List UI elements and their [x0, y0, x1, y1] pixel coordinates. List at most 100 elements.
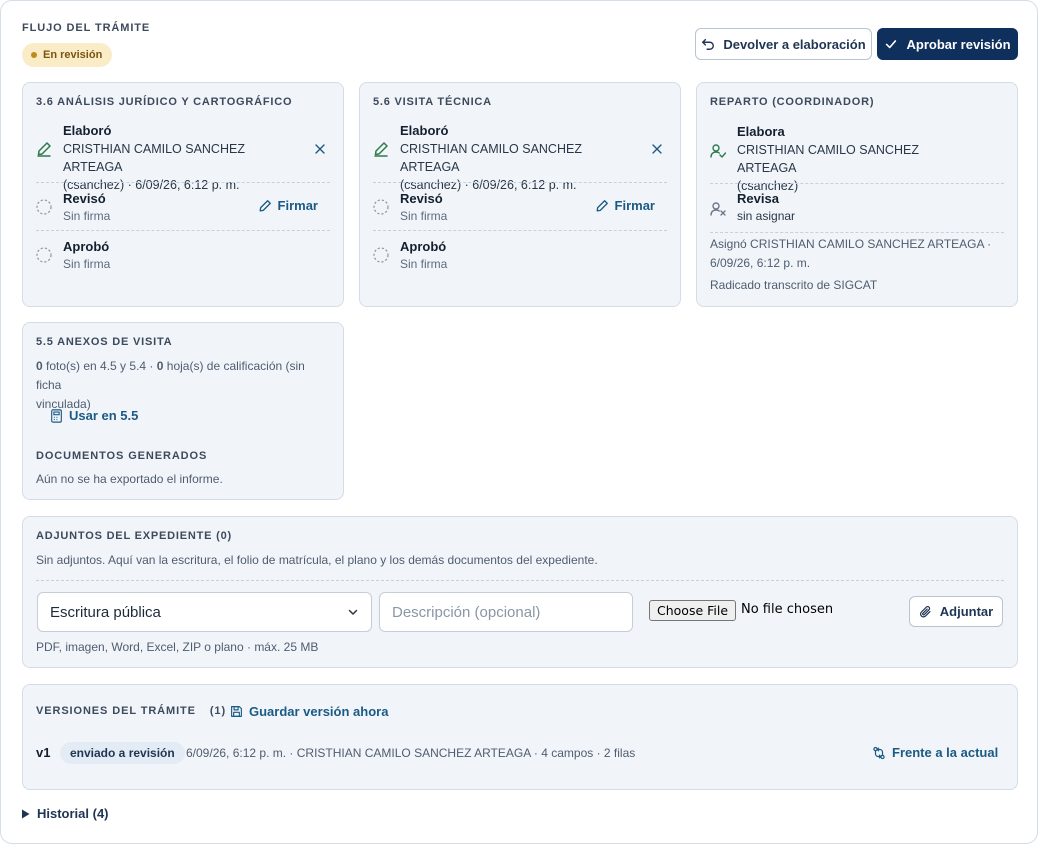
- description-input[interactable]: Descripción (opcional): [379, 592, 633, 632]
- versions-title-label: VERSIONES DEL TRÁMITE: [36, 705, 196, 717]
- user-x-icon: [710, 202, 726, 216]
- step-elabora: Elabora CRISTHIAN CAMILO SANCHEZ ARTEAGA…: [710, 124, 1004, 193]
- pen-icon: [259, 199, 271, 211]
- generated-docs-title: DOCUMENTOS GENERADOS: [36, 450, 208, 462]
- sign-button-label: Firmar: [277, 198, 318, 213]
- divider: [36, 230, 330, 231]
- step-elaboro: Elaboró CRISTHIAN CAMILO SANCHEZ ARTEAGA…: [36, 123, 330, 192]
- divider: [36, 182, 330, 183]
- signature-card-technical-visit: 5.6 VISITA TÉCNICA Elaboró CRISTHIAN CAM…: [359, 82, 681, 307]
- check-icon: [886, 40, 897, 49]
- generated-docs-status: Aún no se ha exportado el informe.: [36, 472, 223, 486]
- versions-title: VERSIONES DEL TRÁMITE (1): [36, 705, 226, 717]
- card-title: REPARTO (COORDINADOR): [710, 96, 875, 108]
- dashed-circle-icon: [36, 199, 52, 215]
- pen-signed-icon: [37, 142, 51, 157]
- document-type-select[interactable]: Escritura pública: [37, 592, 372, 632]
- description-placeholder: Descripción (opcional): [392, 603, 541, 621]
- dashed-circle-icon: [373, 199, 389, 215]
- step-signer-name: CRISTHIAN CAMILO SANCHEZ ARTEAGA: [400, 142, 582, 174]
- divider: [373, 230, 667, 231]
- divider: [710, 232, 1004, 233]
- assignment-info: Asignó CRISTHIAN CAMILO SANCHEZ ARTEAGA …: [710, 235, 991, 273]
- attachments-card: ADJUNTOS DEL EXPEDIENTE (0) Sin adjuntos…: [22, 516, 1018, 668]
- save-version-button[interactable]: Guardar versión ahora: [230, 704, 388, 719]
- step-label: Elaboró: [400, 123, 449, 138]
- assignment-card: REPARTO (COORDINADOR) Elabora CRISTHIAN …: [696, 82, 1018, 307]
- choose-file-button[interactable]: Choose File: [649, 600, 737, 621]
- step-label: Elabora: [737, 124, 785, 139]
- return-to-elaboration-button[interactable]: Devolver a elaboración: [695, 28, 872, 60]
- user-check-icon: [710, 144, 726, 158]
- use-in-5-5-button[interactable]: Usar en 5.5: [50, 408, 138, 423]
- file-hint: PDF, imagen, Word, Excel, ZIP o plano · …: [36, 640, 319, 654]
- approve-review-button[interactable]: Aprobar revisión: [877, 28, 1018, 60]
- version-row: v1 enviado a revisión 6/09/26, 6:12 p. m…: [23, 741, 1019, 765]
- assignment-line: Asignó CRISTHIAN CAMILO SANCHEZ ARTEAGA …: [710, 237, 992, 251]
- assignment-date: 6/09/26, 6:12 p. m.: [710, 256, 811, 270]
- version-status-badge: enviado a revisión: [60, 742, 185, 764]
- chevron-down-icon: [348, 609, 358, 615]
- step-assignee-name: CRISTHIAN CAMILO SANCHEZ ARTEAGA: [737, 143, 919, 175]
- attachments-empty-text: Sin adjuntos. Aquí van la escritura, el …: [36, 553, 598, 567]
- triangle-right-icon: [22, 809, 30, 818]
- step-status: Sin firma: [63, 257, 111, 271]
- approve-button-label: Aprobar revisión: [906, 36, 1011, 52]
- visit-annexes-card: 5.5 ANEXOS DE VISITA 0 foto(s) en 4.5 y …: [22, 322, 344, 500]
- compare-arrows-icon: [873, 746, 885, 759]
- save-version-label: Guardar versión ahora: [249, 704, 389, 719]
- step-status: Sin firma: [400, 257, 448, 271]
- workflow-panel: FLUJO DEL TRÁMITE En revisión Devolver a…: [0, 0, 1038, 844]
- annexes-summary: 0 foto(s) en 4.5 y 5.4 · 0 hoja(s) de ca…: [36, 357, 333, 414]
- sign-button-label: Firmar: [614, 198, 655, 213]
- signature-card-legal-analysis: 3.6 ANÁLISIS JURÍDICO Y CARTOGRÁFICO Ela…: [22, 82, 344, 307]
- pen-icon: [596, 199, 608, 211]
- step-signer-name: CRISTHIAN CAMILO SANCHEZ ARTEAGA: [63, 142, 245, 174]
- paperclip-icon: [919, 605, 931, 617]
- use-link-label: Usar en 5.5: [69, 408, 139, 423]
- card-title: ADJUNTOS DEL EXPEDIENTE (0): [36, 530, 233, 542]
- pen-signed-icon: [374, 142, 388, 157]
- card-title: 5.5 ANEXOS DE VISITA: [36, 336, 173, 348]
- card-title: 5.6 VISITA TÉCNICA: [373, 96, 492, 108]
- versions-count: (1): [209, 705, 227, 717]
- dashed-circle-icon: [373, 247, 389, 263]
- divider: [373, 182, 667, 183]
- step-reviso: Revisó Sin firma Firmar: [373, 191, 667, 227]
- status-dot-icon: [31, 52, 37, 58]
- radicado-note: Radicado transcrito de SIGCAT: [710, 278, 878, 292]
- dashed-circle-icon: [36, 247, 52, 263]
- document-type-value: Escritura pública: [50, 603, 161, 621]
- divider: [710, 183, 1004, 184]
- step-revisa: Revisa sin asignar: [710, 191, 1004, 227]
- attach-button[interactable]: Adjuntar: [909, 596, 1003, 627]
- step-status: sin asignar: [737, 209, 796, 223]
- calculator-icon: [51, 408, 62, 423]
- status-badge: En revisión: [22, 43, 113, 67]
- attach-button-label: Adjuntar: [939, 604, 994, 619]
- card-title: 3.6 ANÁLISIS JURÍDICO Y CARTOGRÁFICO: [36, 96, 293, 108]
- close-icon[interactable]: [651, 143, 663, 155]
- step-elaboro: Elaboró CRISTHIAN CAMILO SANCHEZ ARTEAGA…: [373, 123, 667, 192]
- step-label: Aprobó: [63, 239, 110, 254]
- photo-count: 0: [36, 359, 43, 373]
- close-icon[interactable]: [314, 143, 326, 155]
- compare-label: Frente a la actual: [892, 745, 999, 760]
- page-title: FLUJO DEL TRÁMITE: [22, 22, 151, 34]
- version-meta: 6/09/26, 6:12 p. m. · CRISTHIAN CAMILO S…: [186, 746, 636, 760]
- versions-card: VERSIONES DEL TRÁMITE (1) Guardar versió…: [22, 684, 1018, 790]
- return-button-label: Devolver a elaboración: [723, 36, 866, 52]
- status-badge-label: En revisión: [43, 49, 103, 61]
- sign-button[interactable]: Firmar: [595, 198, 655, 213]
- sign-button[interactable]: Firmar: [258, 198, 318, 213]
- step-label: Revisa: [737, 191, 779, 206]
- step-aprobo: Aprobó Sin firma: [373, 239, 667, 275]
- compare-version-button[interactable]: Frente a la actual: [872, 745, 998, 760]
- undo-arrow-icon: [702, 38, 715, 50]
- history-toggle[interactable]: Historial (4): [21, 806, 109, 821]
- no-file-text: No file chosen: [741, 602, 834, 617]
- step-label: Aprobó: [400, 239, 447, 254]
- save-icon: [231, 706, 242, 717]
- step-label: Elaboró: [63, 123, 112, 138]
- divider: [36, 580, 1004, 581]
